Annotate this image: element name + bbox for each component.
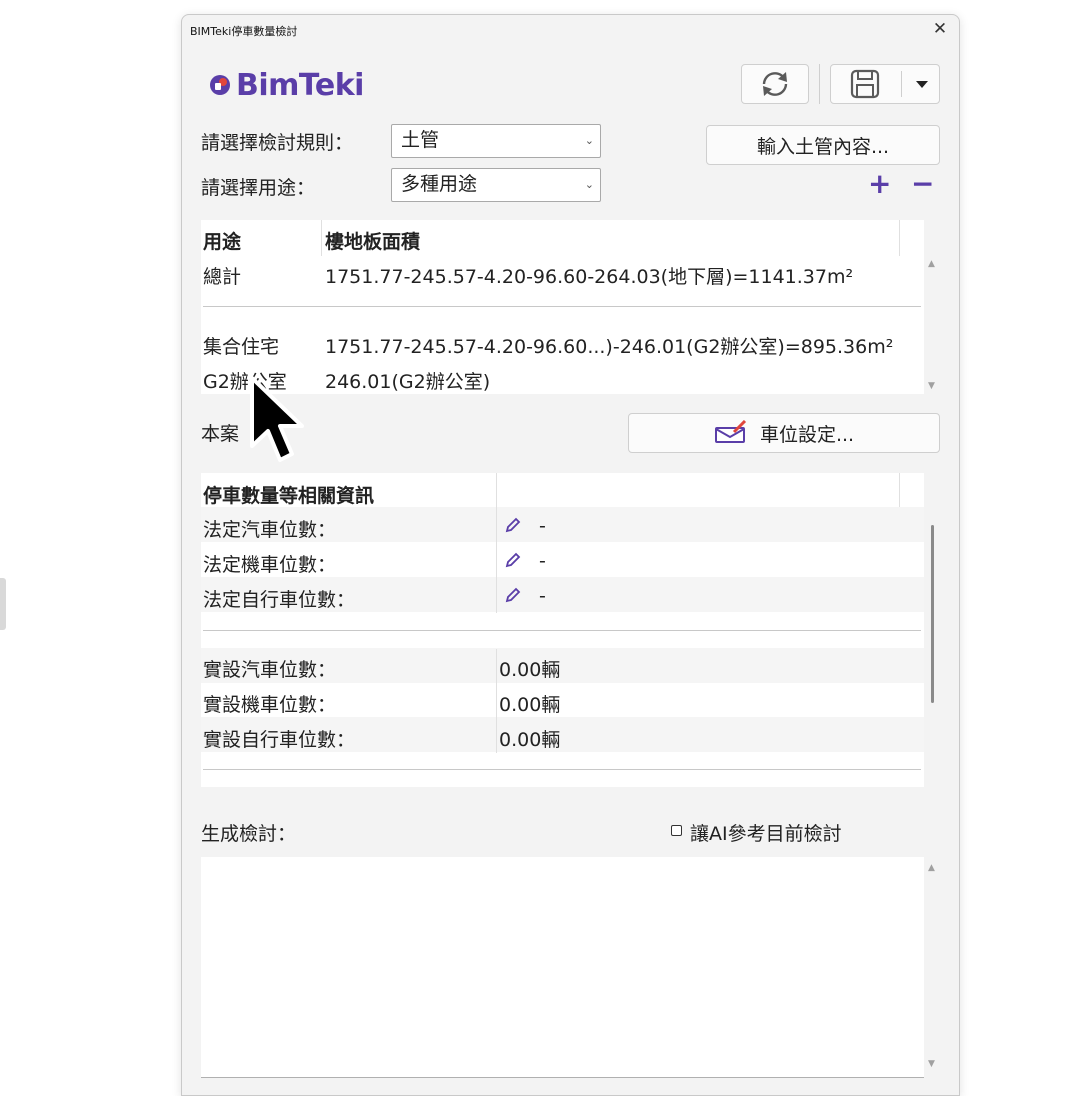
row-area-total: 1751.77-245.57-4.20-96.60-264.03(地下層)=11… — [325, 266, 854, 288]
toolbar-separator — [819, 64, 820, 104]
actual-bicycle-value: 0.00輛 — [499, 729, 561, 751]
actual-motorcycle-value: 0.00輛 — [499, 694, 561, 716]
refresh-icon — [762, 72, 788, 96]
divider — [203, 769, 921, 770]
legal-bicycle-value: - — [539, 585, 546, 607]
use-select[interactable]: 多種用途 ⌄ — [391, 168, 601, 202]
refresh-button[interactable] — [741, 64, 809, 104]
chevron-down-icon: ⌄ — [584, 178, 594, 191]
bimteki-logo: BimTeki — [208, 67, 364, 103]
add-icon[interactable]: + — [868, 169, 891, 199]
parking-settings-icon — [714, 420, 746, 443]
parking-table-header: 停車數量等相關資訊 — [203, 485, 375, 507]
edit-pencil-icon[interactable] — [504, 586, 522, 604]
legal-motorcycle-value: - — [539, 550, 546, 572]
divider — [203, 306, 921, 307]
save-split-button[interactable] — [830, 64, 940, 104]
scroll-up-icon[interactable]: ▲ — [928, 259, 935, 269]
legal-bicycle-label: 法定自行車位數： — [203, 589, 356, 611]
close-icon[interactable]: ✕ — [929, 18, 951, 40]
dialog-window: BIMTeki停車數量檢討 ✕ BimTeki 請選擇檢討規則： 土管 ⌄ 輸入… — [181, 14, 960, 1096]
chevron-down-icon: ⌄ — [584, 134, 594, 147]
row-use-total: 總計 — [203, 266, 242, 288]
caret-down-icon[interactable] — [915, 80, 929, 90]
legal-motorcycle-label: 法定機車位數： — [203, 554, 337, 576]
case-label: 本案 — [201, 423, 240, 445]
area-table: 用途 樓地板面積 總計 1751.77-245.57-4.20-96.60-26… — [201, 220, 924, 394]
edit-pencil-icon[interactable] — [504, 551, 522, 569]
actual-bicycle-label: 實設自行車位數： — [203, 729, 356, 751]
window-title: BIMTeki停車數量檢討 — [190, 25, 298, 38]
rule-select[interactable]: 土管 ⌄ — [391, 124, 601, 158]
actual-motorcycle-label: 實設機車位數： — [203, 694, 337, 716]
column-divider — [899, 220, 900, 256]
save-icon[interactable] — [831, 69, 901, 99]
column-divider — [899, 473, 900, 507]
review-textarea[interactable] — [201, 857, 924, 1078]
scroll-down-icon[interactable]: ▼ — [928, 1059, 935, 1069]
row-use-residential: 集合住宅 — [203, 336, 280, 358]
edit-pencil-icon[interactable] — [504, 516, 522, 534]
rule-select-value: 土管 — [401, 129, 440, 151]
title-bar: BIMTeki停車數量檢討 ✕ — [182, 15, 959, 45]
parking-table-scrollbar[interactable] — [931, 525, 934, 703]
row-area-office: 246.01(G2辦公室) — [325, 371, 491, 393]
scroll-down-icon[interactable]: ▼ — [928, 381, 935, 391]
use-select-value: 多種用途 — [401, 173, 478, 195]
column-divider — [496, 473, 497, 613]
column-divider — [321, 220, 322, 256]
row-area-residential: 1751.77-245.57-4.20-96.60...)-246.01(G2辦… — [325, 336, 894, 358]
parking-info-table: 停車數量等相關資訊 法定汽車位數： - 法定機車位數： - 法定自行車位數： -… — [201, 473, 924, 787]
review-label: 生成檢討： — [201, 823, 297, 845]
scroll-up-icon[interactable]: ▲ — [928, 863, 935, 873]
row-use-office: G2辦公室 — [203, 371, 287, 393]
rule-label: 請選擇檢討規則： — [201, 132, 354, 154]
use-label: 請選擇用途： — [201, 177, 316, 199]
legal-car-label: 法定汽車位數： — [203, 519, 337, 541]
parking-settings-button[interactable]: 車位設定... — [628, 413, 940, 453]
input-land-control-button[interactable]: 輸入土管內容... — [706, 125, 940, 165]
header-use: 用途 — [203, 231, 242, 253]
divider — [203, 630, 921, 631]
header-area: 樓地板面積 — [325, 231, 421, 253]
ai-reference-label: 讓AI參考目前檢討 — [690, 823, 842, 845]
legal-car-value: - — [539, 515, 546, 537]
actual-car-value: 0.00輛 — [499, 659, 561, 681]
ai-reference-checkbox[interactable] — [671, 825, 682, 836]
logo-text: BimTeki — [236, 67, 364, 103]
remove-icon[interactable]: − — [911, 169, 934, 199]
actual-car-label: 實設汽車位數： — [203, 659, 337, 681]
logo-mark-icon — [210, 75, 230, 95]
column-divider — [496, 649, 497, 753]
parking-settings-label: 車位設定... — [759, 423, 855, 446]
side-panel-tab[interactable] — [0, 578, 6, 630]
